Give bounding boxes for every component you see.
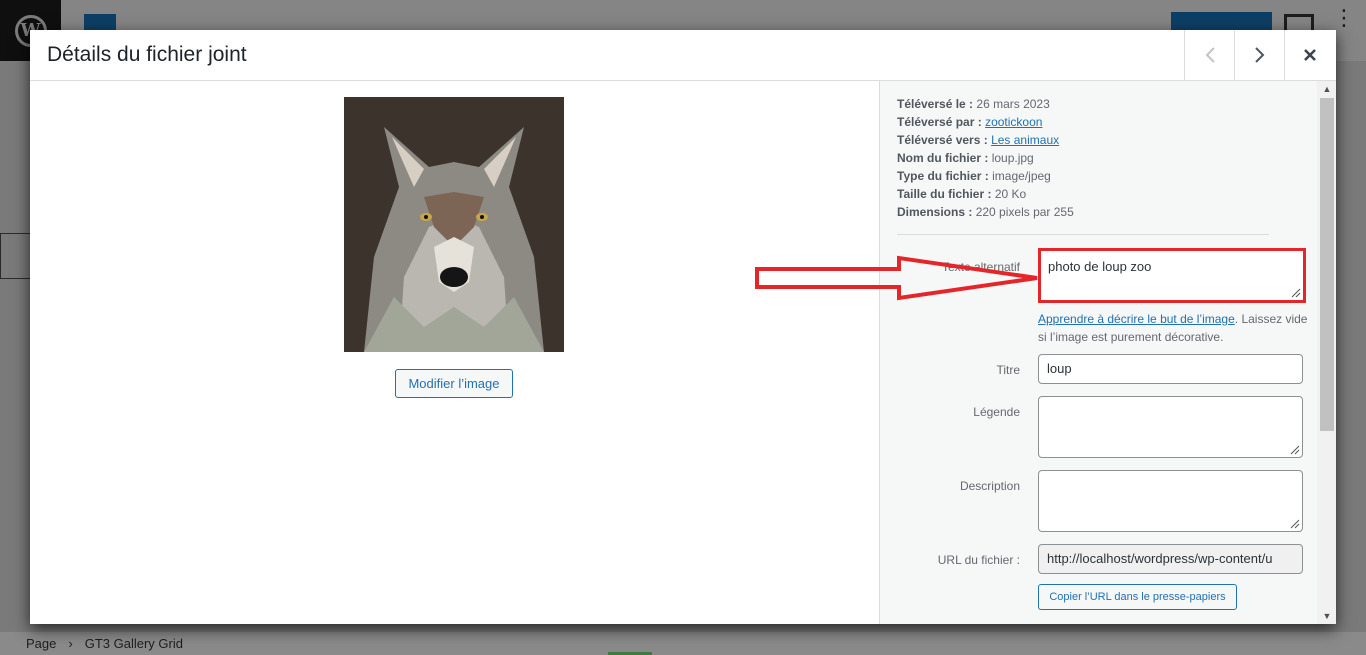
file-metadata: Téléversé le : 26 mars 2023 Téléversé pa… xyxy=(897,95,1074,221)
dimensions-row: Dimensions : 220 pixels par 255 xyxy=(897,205,1074,219)
filesize-row: Taille du fichier : 20 Ko xyxy=(897,187,1027,201)
resize-handle-icon[interactable] xyxy=(1289,286,1301,298)
metadata-divider xyxy=(897,234,1269,235)
filetype-row: Type du fichier : image/jpeg xyxy=(897,169,1051,183)
resize-handle-icon[interactable] xyxy=(1288,517,1300,529)
editor-breadcrumb: Page › GT3 Gallery Grid xyxy=(0,632,1366,655)
close-modal-button[interactable] xyxy=(1284,30,1334,80)
more-options-icon: ⋮ xyxy=(1333,5,1355,30)
breadcrumb-separator-icon: › xyxy=(68,636,73,651)
scroll-down-icon[interactable]: ▼ xyxy=(1317,608,1336,624)
uploaded-by-row: Téléversé par : zootickoon xyxy=(897,115,1043,129)
title-label: Titre xyxy=(996,363,1020,377)
uploaded-to-link[interactable]: Les animaux xyxy=(991,133,1059,147)
alt-text-value: photo de loup zoo xyxy=(1048,259,1152,274)
uploaded-to-row: Téléversé vers : Les animaux xyxy=(897,133,1060,147)
annotation-arrow-icon xyxy=(755,255,1038,301)
breadcrumb-block: GT3 Gallery Grid xyxy=(84,636,183,651)
chevron-left-icon xyxy=(1205,47,1215,63)
file-url-label: URL du fichier : xyxy=(937,553,1020,567)
description-label: Description xyxy=(959,479,1020,493)
close-icon xyxy=(1303,49,1316,61)
caption-label: Légende xyxy=(973,405,1020,419)
modal-title: Détails du fichier joint xyxy=(47,43,247,66)
info-pane-scrollbar[interactable]: ▲ ▼ xyxy=(1317,81,1336,624)
wolf-image xyxy=(344,97,564,352)
attachment-info-pane: Téléversé le : 26 mars 2023 Téléversé pa… xyxy=(879,81,1336,624)
description-textarea[interactable] xyxy=(1038,470,1303,532)
title-input[interactable]: loup xyxy=(1038,354,1303,384)
resize-handle-icon[interactable] xyxy=(1288,443,1300,455)
edit-image-button[interactable]: Modifier l’image xyxy=(395,369,513,398)
scrollbar-thumb[interactable] xyxy=(1320,98,1334,431)
media-preview-pane: Modifier l’image xyxy=(30,81,879,624)
scroll-up-icon[interactable]: ▲ xyxy=(1317,81,1336,97)
next-attachment-button[interactable] xyxy=(1234,30,1284,80)
alt-text-field[interactable]: photo de loup zoo xyxy=(1038,248,1306,303)
previous-attachment-button[interactable] xyxy=(1184,30,1234,80)
uploaded-by-link[interactable]: zootickoon xyxy=(985,115,1042,129)
caption-textarea[interactable] xyxy=(1038,396,1303,458)
wolf-image-preview xyxy=(344,97,564,352)
file-url-input[interactable]: http://localhost/wordpress/wp-content/u xyxy=(1038,544,1303,574)
filename-row: Nom du fichier : loup.jpg xyxy=(897,151,1034,165)
copy-url-button[interactable]: Copier l’URL dans le presse-papiers xyxy=(1038,584,1237,610)
modal-header: Détails du fichier joint xyxy=(30,30,1336,81)
alt-text-help: Apprendre à décrire le but de l’image. L… xyxy=(1038,312,1308,344)
uploaded-on-row: Téléversé le : 26 mars 2023 xyxy=(897,97,1050,111)
alt-text-help-link[interactable]: Apprendre à décrire le but de l’image xyxy=(1038,312,1235,326)
chevron-right-icon xyxy=(1254,47,1264,63)
attachment-details-modal: Détails du fichier joint Modifier l’imag… xyxy=(30,30,1336,624)
breadcrumb-page: Page xyxy=(26,636,57,651)
